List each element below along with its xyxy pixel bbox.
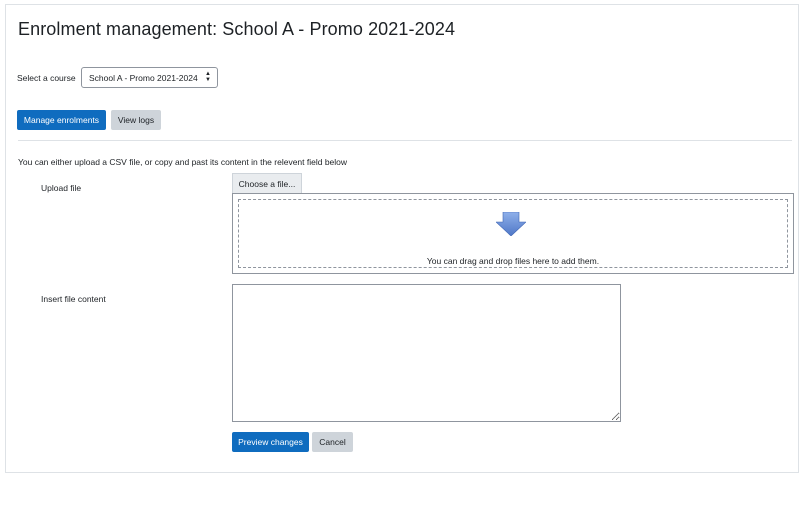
upload-file-label: Upload file — [41, 183, 82, 193]
preview-changes-button[interactable]: Preview changes — [232, 432, 309, 452]
course-select-value: School A - Promo 2021-2024 — [89, 72, 198, 83]
select-arrows-icon: ▲ ▼ — [205, 71, 211, 83]
section-divider — [18, 140, 792, 141]
choose-file-button[interactable]: Choose a file... — [232, 173, 302, 193]
page-title: Enrolment management: School A - Promo 2… — [18, 19, 456, 39]
manage-enrolments-button[interactable]: Manage enrolments — [17, 110, 106, 130]
insert-file-content-label: Insert file content — [41, 294, 106, 304]
course-select-label: Select a course — [17, 73, 76, 83]
view-logs-button[interactable]: View logs — [111, 110, 161, 130]
main-card: Enrolment management: School A - Promo 2… — [5, 4, 799, 473]
course-select[interactable]: School A - Promo 2021-2024 ▲ ▼ — [81, 67, 218, 88]
dropzone-dashed-area[interactable]: You can drag and drop files here to add … — [238, 199, 788, 268]
instructions-text: You can either upload a CSV file, or cop… — [18, 157, 348, 167]
file-content-textarea[interactable] — [232, 284, 621, 422]
file-dropzone[interactable]: You can drag and drop files here to add … — [232, 193, 794, 274]
dropzone-text: You can drag and drop files here to add … — [426, 256, 600, 266]
cancel-button[interactable]: Cancel — [312, 432, 353, 452]
drop-arrow-icon — [496, 212, 526, 236]
